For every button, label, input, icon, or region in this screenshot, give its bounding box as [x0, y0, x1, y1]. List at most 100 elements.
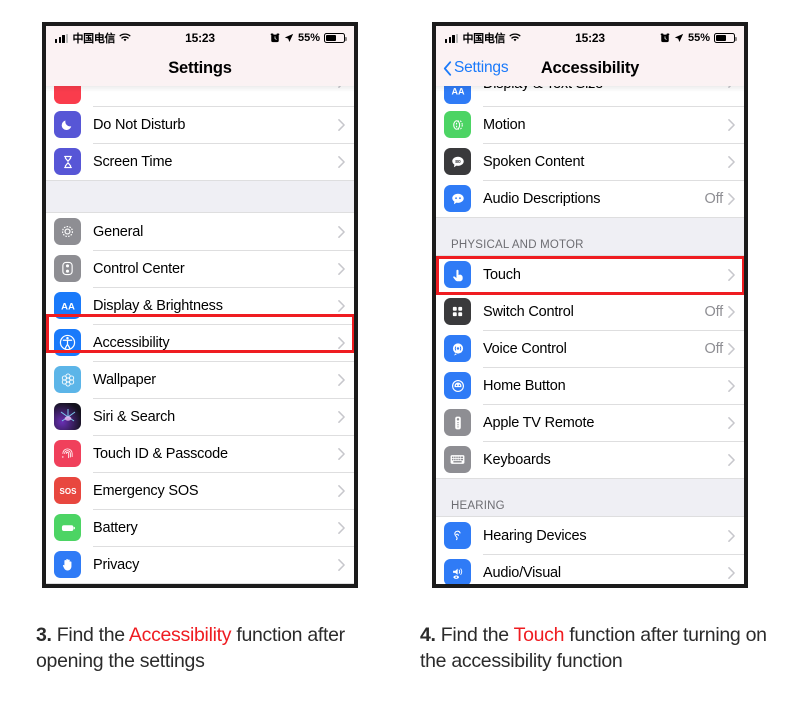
iphone-screen-left: 中国电信 15:23 55% Settings Do Not Disturb S… [46, 26, 354, 584]
sidebar-item-control-center[interactable]: Control Center [46, 250, 354, 287]
gear-icon [54, 218, 81, 245]
list-item-label: Voice Control [483, 340, 567, 357]
list-item-label: Display & Brightness [93, 297, 223, 314]
chevron-right-icon [728, 192, 744, 205]
list-item-label: Spoken Content [483, 153, 585, 170]
page-title: Settings [168, 58, 232, 77]
sidebar-item-voice-control[interactable]: Voice Control Off [436, 330, 744, 367]
list-item-label: Wallpaper [93, 371, 156, 388]
list-item-partial-top[interactable]: AA Display & Text Size [436, 86, 744, 106]
sidebar-item-switch-control[interactable]: Switch Control Off [436, 293, 744, 330]
back-button-settings[interactable]: Settings [443, 59, 509, 77]
chevron-right-icon [338, 225, 354, 238]
chevron-right-icon [338, 373, 354, 386]
display-text-size-icon: AA [444, 86, 471, 104]
chevron-right-icon [728, 529, 744, 542]
list-item-label: Home Button [483, 377, 566, 394]
caption-highlight: Touch [513, 624, 565, 646]
chevron-right-icon [338, 262, 354, 275]
chevron-right-icon [338, 484, 354, 497]
chevron-right-icon [338, 447, 354, 460]
svg-text:SOS: SOS [59, 487, 77, 496]
sos-icon: SOS [54, 477, 81, 504]
sidebar-item-touch-id-passcode[interactable]: Touch ID & Passcode [46, 435, 354, 472]
sidebar-item-motion[interactable]: Motion [436, 106, 744, 143]
sidebar-item-battery[interactable]: Battery [46, 509, 354, 546]
sidebar-item-touch[interactable]: Touch [436, 256, 744, 293]
chevron-right-icon [338, 521, 354, 534]
sidebar-item-screen-time[interactable]: Screen Time [46, 143, 354, 180]
list-item-value: Off [704, 303, 724, 320]
chevron-right-icon [728, 118, 744, 131]
battery-percent-label: 55% [687, 32, 710, 44]
hourglass-icon [54, 148, 81, 175]
sidebar-item-display-brightness[interactable]: AA Display & Brightness [46, 287, 354, 324]
list-item-label: Privacy [93, 556, 140, 573]
sidebar-item-privacy[interactable]: Privacy [46, 546, 354, 583]
list-item-label: Switch Control [483, 303, 574, 320]
sidebar-item-keyboards[interactable]: Keyboards [436, 441, 744, 478]
chevron-right-icon [728, 453, 744, 466]
touch-icon [444, 261, 471, 288]
list-item-label: Audio Descriptions [483, 190, 601, 207]
section-header-hearing: HEARING [436, 478, 744, 517]
hearing-devices-icon [444, 522, 471, 549]
siri-icon [54, 403, 81, 430]
list-item-label: Siri & Search [93, 408, 176, 425]
sidebar-item-general[interactable]: General [46, 213, 354, 250]
settings-list[interactable]: Do Not Disturb Screen Time General Contr… [46, 86, 354, 584]
keyboard-icon [444, 446, 471, 473]
battery-icon [714, 33, 738, 43]
caption-step-4: 4. Find the Touch function after turning… [420, 622, 785, 674]
status-bar-right-group: 55% [660, 32, 738, 44]
location-arrow-icon [674, 33, 684, 43]
sidebar-item-accessibility[interactable]: Accessibility [46, 324, 354, 361]
display-brightness-icon: AA [54, 292, 81, 319]
chevron-right-icon [728, 416, 744, 429]
list-item-label: General [93, 223, 144, 240]
list-item-label: Display & Text Size [483, 86, 603, 92]
sidebar-item-wallpaper[interactable]: Wallpaper [46, 361, 354, 398]
tutorial-figure: 中国电信 15:23 55% Settings Do Not Disturb S… [0, 0, 790, 712]
sidebar-item-spoken-content[interactable]: 80 Spoken Content [436, 143, 744, 180]
list-item-label: Battery [93, 519, 138, 536]
fingerprint-icon [54, 440, 81, 467]
cellular-signal-icon [55, 33, 69, 43]
apple-tv-remote-icon [444, 409, 471, 436]
switch-control-icon [444, 298, 471, 325]
list-item-label: Motion [483, 116, 526, 133]
svg-text:80: 80 [455, 158, 461, 164]
list-item-value: Off [704, 190, 724, 207]
sidebar-item-emergency-sos[interactable]: SOS Emergency SOS [46, 472, 354, 509]
chevron-left-icon [443, 60, 452, 76]
list-item-partial-top[interactable] [46, 86, 354, 106]
home-button-icon [444, 372, 471, 399]
sidebar-item-audio-visual[interactable]: Audio/Visual [436, 554, 744, 584]
nav-bar-right: Settings Accessibility [436, 50, 744, 92]
list-item-label: Do Not Disturb [93, 116, 186, 133]
accessibility-icon [54, 329, 81, 356]
caption-before: Find the [440, 624, 509, 646]
chevron-right-icon [338, 336, 354, 349]
sidebar-item-siri-search[interactable]: Siri & Search [46, 398, 354, 435]
audio-visual-icon [444, 559, 471, 584]
battery-percent-label: 55% [297, 32, 320, 44]
list-item-label: Keyboards [483, 451, 551, 468]
sidebar-item-do-not-disturb[interactable]: Do Not Disturb [46, 106, 354, 143]
list-bottom-spacer [46, 583, 354, 584]
svg-text:AA: AA [451, 86, 465, 96]
battery-green-icon [54, 514, 81, 541]
list-group-separator [46, 180, 354, 213]
sidebar-item-apple-tv-remote[interactable]: Apple TV Remote [436, 404, 744, 441]
sidebar-item-audio-descriptions[interactable]: Audio Descriptions Off [436, 180, 744, 217]
accessibility-list[interactable]: AA Display & Text Size Motion 80 [436, 86, 744, 584]
sidebar-item-home-button[interactable]: Home Button [436, 367, 744, 404]
chevron-right-icon [338, 155, 354, 168]
phone-screenshot-settings: 中国电信 15:23 55% Settings Do Not Disturb S… [42, 22, 358, 588]
chevron-right-icon [728, 305, 744, 318]
alarm-clock-icon [270, 33, 280, 43]
chevron-right-icon [728, 379, 744, 392]
chevron-right-icon [338, 558, 354, 571]
sidebar-item-hearing-devices[interactable]: Hearing Devices [436, 517, 744, 554]
battery-icon [324, 33, 348, 43]
